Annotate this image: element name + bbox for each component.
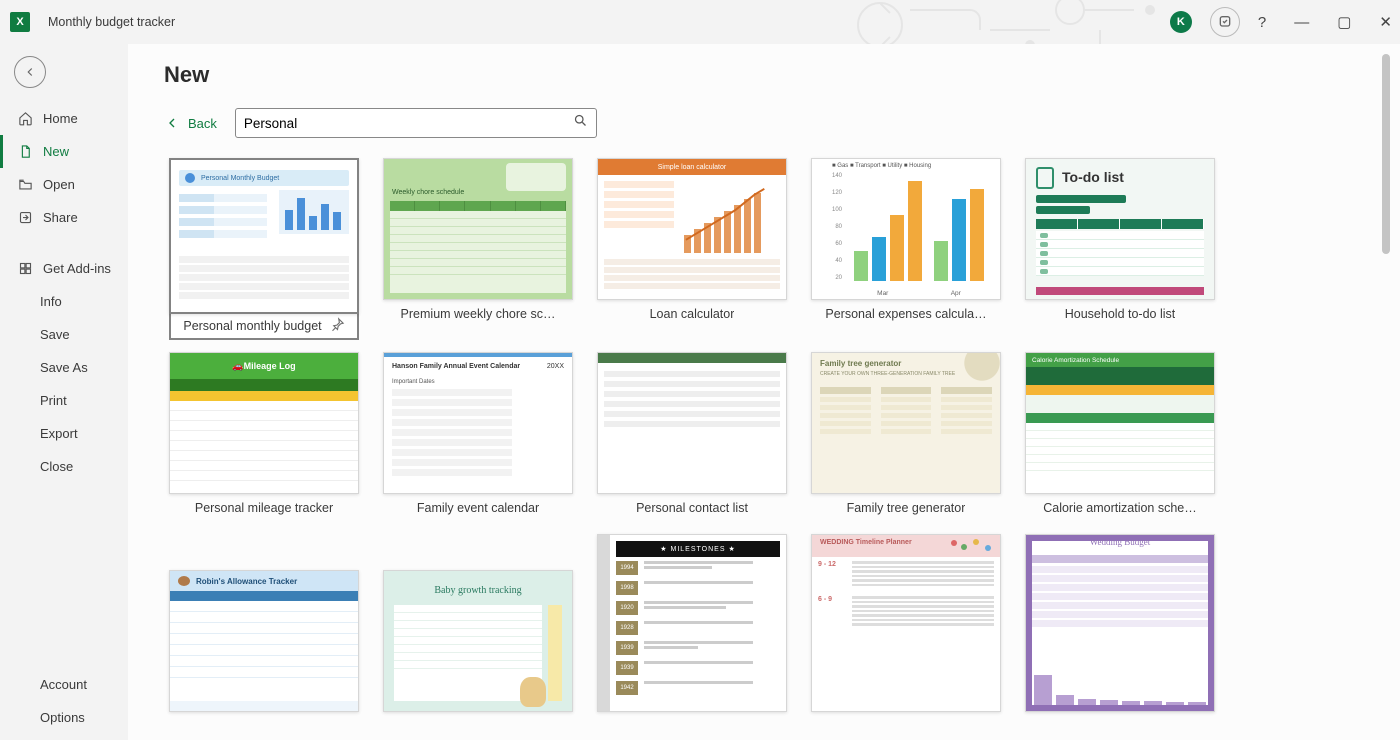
sidebar-item-label: New (43, 144, 69, 159)
template-thumbnail: To-do list (1025, 158, 1215, 300)
template-label: Loan calculator (650, 307, 735, 321)
template-personal-contact-list[interactable]: Personal contact list (592, 352, 792, 522)
template-loan-calculator[interactable]: Simple loan calculator (592, 158, 792, 340)
backstage-sidebar: Home New Open Share Get Add-ins Info Sav… (0, 44, 128, 740)
template-thumbnail: ★ MILESTONES ★ 1994 1998 1920 1928 1939 … (597, 534, 787, 712)
home-icon (17, 111, 33, 126)
sidebar-item-label: Share (43, 210, 78, 225)
scrollbar-thumb[interactable] (1382, 54, 1390, 254)
sidebar-item-addins[interactable]: Get Add-ins (0, 252, 128, 285)
template-label: Family event calendar (417, 501, 539, 515)
sidebar-item-new[interactable]: New (0, 135, 128, 168)
sidebar-item-info[interactable]: Info (0, 285, 128, 318)
sidebar-item-open[interactable]: Open (0, 168, 128, 201)
template-thumbnail: Robin's Allowance Tracker (169, 570, 359, 712)
back-link-label: Back (188, 116, 217, 131)
sidebar-item-label: Home (43, 111, 78, 126)
template-label: Personal expenses calcula… (825, 307, 986, 321)
template-thumbnail: Wedding Budget (1025, 534, 1215, 712)
search-icon[interactable] (573, 113, 588, 133)
template-label: Household to-do list (1065, 307, 1175, 321)
template-thumbnail: WEDDING Timeline Planner 9 - 12 6 - 9 (811, 534, 1001, 712)
template-weekly-chore-schedule[interactable]: Weekly chore schedule Premium weekly cho… (378, 158, 578, 340)
sidebar-item-print[interactable]: Print (0, 384, 128, 417)
sidebar-item-home[interactable]: Home (0, 102, 128, 135)
page-title: New (164, 62, 1372, 88)
template-thumbnail: Hanson Family Annual Event Calendar 20XX… (383, 352, 573, 494)
template-label: Personal monthly budget (183, 319, 321, 333)
sidebar-item-options[interactable]: Options (0, 701, 128, 734)
maximize-button[interactable]: ▢ (1337, 13, 1351, 31)
template-milestones[interactable]: ★ MILESTONES ★ 1994 1998 1920 1928 1939 … (592, 534, 792, 740)
template-label: Family tree generator (847, 501, 966, 515)
sidebar-item-export[interactable]: Export (0, 417, 128, 450)
sidebar-item-close[interactable]: Close (0, 450, 128, 483)
template-thumbnail: Baby growth tracking (383, 570, 573, 712)
template-family-event-calendar[interactable]: Hanson Family Annual Event Calendar 20XX… (378, 352, 578, 522)
template-household-todo-list[interactable]: To-do list Household to-do list (1020, 158, 1220, 340)
back-circle-button[interactable] (14, 56, 46, 88)
template-baby-growth-tracking[interactable]: Baby growth tracking (378, 570, 578, 740)
new-icon (17, 144, 33, 159)
template-thumbnail: Weekly chore schedule (383, 158, 573, 300)
template-thumbnail (169, 158, 359, 314)
template-personal-expenses-calculator[interactable]: ■ Gas ■ Transport ■ Utility ■ Housing 14… (806, 158, 1006, 340)
template-wedding-budget[interactable]: Wedding Budget (1020, 534, 1220, 740)
close-button[interactable]: ✕ (1379, 13, 1392, 31)
template-search-box[interactable] (235, 108, 597, 138)
search-input[interactable] (244, 116, 573, 131)
vertical-scrollbar[interactable] (1378, 54, 1394, 734)
title-bar: X Monthly budget tracker K ? — ▢ ✕ (0, 0, 1400, 44)
template-personal-monthly-budget[interactable]: Personal monthly budget (164, 158, 364, 340)
sidebar-item-account[interactable]: Account (0, 668, 128, 701)
template-label: Personal contact list (636, 501, 748, 515)
sidebar-item-label: Get Add-ins (43, 261, 111, 276)
template-gallery: Personal monthly budget Weekly chore sch… (164, 158, 1304, 740)
minimize-button[interactable]: — (1294, 14, 1309, 31)
user-avatar[interactable]: K (1170, 11, 1192, 33)
template-thumbnail: Simple loan calculator (597, 158, 787, 300)
template-allowance-tracker[interactable]: Robin's Allowance Tracker (164, 570, 364, 740)
pin-icon[interactable] (330, 317, 345, 335)
back-link[interactable]: Back (164, 115, 217, 131)
template-thumbnail: Family tree generator CREATE YOUR OWN TH… (811, 352, 1001, 494)
open-icon (17, 177, 33, 192)
template-thumbnail: 🚗 Mileage Log (169, 352, 359, 494)
excel-app-icon: X (10, 12, 30, 32)
addins-icon (17, 261, 33, 276)
coming-soon-icon[interactable] (1210, 7, 1240, 37)
template-label: Calorie amortization sche… (1043, 501, 1197, 515)
sidebar-item-share[interactable]: Share (0, 201, 128, 234)
template-label: Personal mileage tracker (195, 501, 333, 515)
template-calorie-amortization-schedule[interactable]: Calorie Amortization Schedule Calorie am… (1020, 352, 1220, 522)
template-family-tree-generator[interactable]: Family tree generator CREATE YOUR OWN TH… (806, 352, 1006, 522)
sidebar-item-label: Open (43, 177, 75, 192)
template-wedding-timeline-planner[interactable]: WEDDING Timeline Planner 9 - 12 6 - 9 (806, 534, 1006, 740)
template-thumbnail: Calorie Amortization Schedule (1025, 352, 1215, 494)
template-thumbnail: ■ Gas ■ Transport ■ Utility ■ Housing 14… (811, 158, 1001, 300)
share-icon (17, 210, 33, 225)
template-personal-mileage-tracker[interactable]: 🚗 Mileage Log Personal mileage tracker (164, 352, 364, 522)
template-label: Premium weekly chore sc… (401, 307, 556, 321)
document-title: Monthly budget tracker (48, 15, 175, 29)
sidebar-item-save[interactable]: Save (0, 318, 128, 351)
help-button[interactable]: ? (1258, 14, 1266, 31)
sidebar-item-save-as[interactable]: Save As (0, 351, 128, 384)
main-content: New Back (128, 44, 1400, 740)
template-thumbnail (597, 352, 787, 494)
